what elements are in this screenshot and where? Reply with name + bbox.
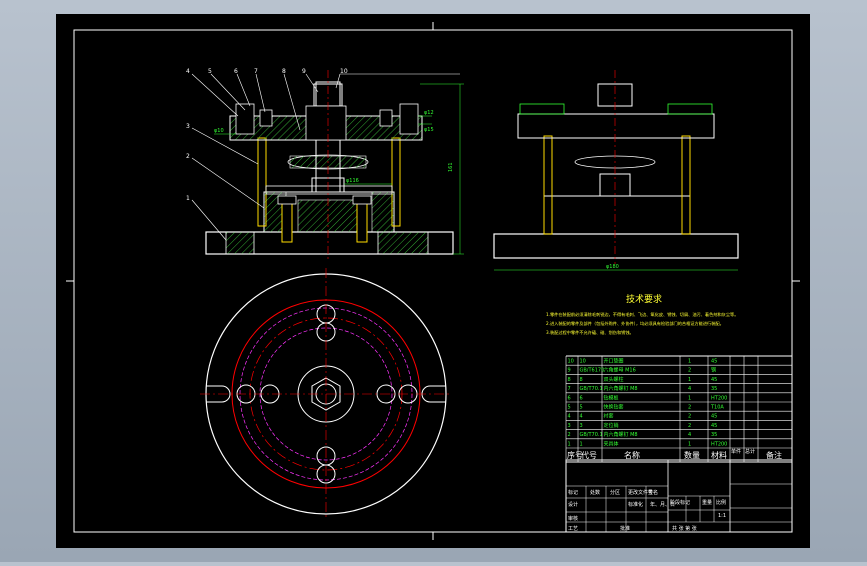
dim-right-small-1: φ12 xyxy=(424,110,434,116)
parts-row-qty: 2 xyxy=(688,405,691,411)
parts-row-material: 45 xyxy=(711,423,717,429)
parts-row-name: 双头螺柱 xyxy=(604,376,624,383)
parts-header-total-weight: 总计 xyxy=(745,448,755,455)
parts-row-code: 4 xyxy=(580,414,583,420)
parts-row-material: 45 xyxy=(711,414,717,420)
balloon-4: 4 xyxy=(186,68,190,75)
tb-approve: 批准 xyxy=(620,525,630,532)
parts-row-code: 8 xyxy=(580,377,583,383)
parts-row-name: 快换钻套 xyxy=(604,404,624,411)
parts-row-no: 9 xyxy=(568,368,571,374)
parts-row-qty: 2 xyxy=(688,368,691,374)
parts-header-material: 材料 xyxy=(711,450,727,460)
tb-process: 工艺 xyxy=(568,526,578,532)
balloon-10: 10 xyxy=(340,68,348,75)
parts-row-code: 5 xyxy=(580,405,583,411)
parts-row-no: 5 xyxy=(568,405,571,411)
parts-row-material: 45 xyxy=(711,359,717,365)
tb-label-zone: 分区 xyxy=(610,489,620,496)
parts-row-material: 钢 xyxy=(711,367,716,374)
parts-row-no: 7 xyxy=(568,386,571,392)
parts-row-qty: 1 xyxy=(688,395,691,401)
dim-left-small: φ10 xyxy=(214,128,224,134)
parts-row-material: HT200 xyxy=(711,441,727,447)
tb-stage-label: 阶段标记 xyxy=(670,499,690,506)
parts-header-remarks: 备注 xyxy=(766,450,782,460)
parts-row-name: 定位销 xyxy=(604,422,619,429)
dim-height: 161 xyxy=(448,162,454,172)
parts-row-no: 8 xyxy=(568,377,571,383)
tb-scale-value: 1:1 xyxy=(718,513,726,519)
parts-row-qty: 4 xyxy=(688,432,691,438)
balloon-5: 5 xyxy=(208,68,212,75)
balloon-8: 8 xyxy=(282,68,286,75)
parts-row-no: 1 xyxy=(568,441,571,447)
parts-row-name: 开口垫圈 xyxy=(604,358,624,365)
parts-row-qty: 4 xyxy=(688,386,691,392)
parts-row-code: 10 xyxy=(580,359,586,365)
balloon-3: 3 xyxy=(186,123,190,130)
parts-row-code: GB/T6170 xyxy=(580,368,605,374)
parts-row-code: GB/T70.1 xyxy=(580,432,603,438)
tech-req-title: 技术要求 xyxy=(626,293,662,305)
parts-row-no: 4 xyxy=(568,414,571,420)
parts-row-material: HT200 xyxy=(711,395,727,401)
parts-row-no: 2 xyxy=(568,432,571,438)
parts-row-name: 钻模板 xyxy=(604,394,619,401)
parts-row-code: GB/T70.1 xyxy=(580,386,603,392)
tb-scale-label: 比例 xyxy=(716,499,726,506)
parts-row-qty: 1 xyxy=(688,359,691,365)
parts-row-name: 内六角螺钉 M8 xyxy=(604,431,638,438)
balloon-1: 1 xyxy=(186,195,190,202)
tech-req-line-2: 2.进入装配的零件及部件（包括外购件、外协件），均必须具有检验部门的合格证方能进… xyxy=(546,320,724,327)
dim-side-width: φ180 xyxy=(606,264,619,270)
balloon-6: 6 xyxy=(234,68,238,75)
parts-header-qty: 数量 xyxy=(684,450,700,460)
parts-row-qty: 2 xyxy=(688,414,691,420)
parts-row-name: 六角螺母 M16 xyxy=(604,367,636,374)
cad-viewport[interactable]: 4 5 6 7 8 9 10 3 2 1 161 φ116 φ10 φ12 φ1… xyxy=(0,0,867,562)
parts-header-name: 名称 xyxy=(624,450,640,460)
tech-req-line-3: 3.装配过程中零件不允许磕、碰、划伤和锈蚀。 xyxy=(546,329,634,336)
tb-weight-label: 重量 xyxy=(702,499,712,506)
parts-header-unit-weight: 单件 xyxy=(731,448,741,455)
parts-header-code: 代号 xyxy=(581,450,597,460)
dim-bore: φ116 xyxy=(346,178,359,184)
drawing-sheet xyxy=(56,14,810,548)
balloon-2: 2 xyxy=(186,153,190,160)
tb-sheet-label: 共 张 第 张 xyxy=(672,525,697,532)
parts-row-no: 6 xyxy=(568,395,571,401)
parts-row-code: 1 xyxy=(580,441,583,447)
parts-row-code: 6 xyxy=(580,395,583,401)
tb-designer: 设计 xyxy=(568,501,578,508)
balloon-9: 9 xyxy=(302,68,306,75)
tb-label-mark: 标记 xyxy=(568,489,578,496)
tb-label-count: 处数 xyxy=(590,489,600,496)
parts-row-qty: 2 xyxy=(688,423,691,429)
tech-req-line-1: 1.零件在装配前必须清除毛刺锐边，不得有毛刺、飞边、氧化皮、锈蚀、切屑、油污、着… xyxy=(546,311,738,318)
parts-row-material: 35 xyxy=(711,432,717,438)
parts-row-material: T10A xyxy=(710,405,724,411)
tb-review: 审核 xyxy=(568,515,578,522)
parts-row-material: 45 xyxy=(711,377,717,383)
parts-row-code: 3 xyxy=(580,423,583,429)
parts-row-name: 内六角螺钉 M8 xyxy=(604,385,638,392)
parts-row-no: 10 xyxy=(568,359,574,365)
parts-row-name: 夹具体 xyxy=(604,440,619,447)
parts-row-material: 35 xyxy=(711,386,717,392)
parts-row-qty: 1 xyxy=(688,377,691,383)
tb-standard: 标准化 xyxy=(628,501,643,508)
parts-row-no: 3 xyxy=(568,423,571,429)
balloon-7: 7 xyxy=(254,68,258,75)
parts-row-qty: 1 xyxy=(688,441,691,447)
tb-label-signature: 签名 xyxy=(648,489,658,496)
dim-right-small-2: φ15 xyxy=(424,127,434,133)
parts-row-name: 衬套 xyxy=(604,413,614,420)
